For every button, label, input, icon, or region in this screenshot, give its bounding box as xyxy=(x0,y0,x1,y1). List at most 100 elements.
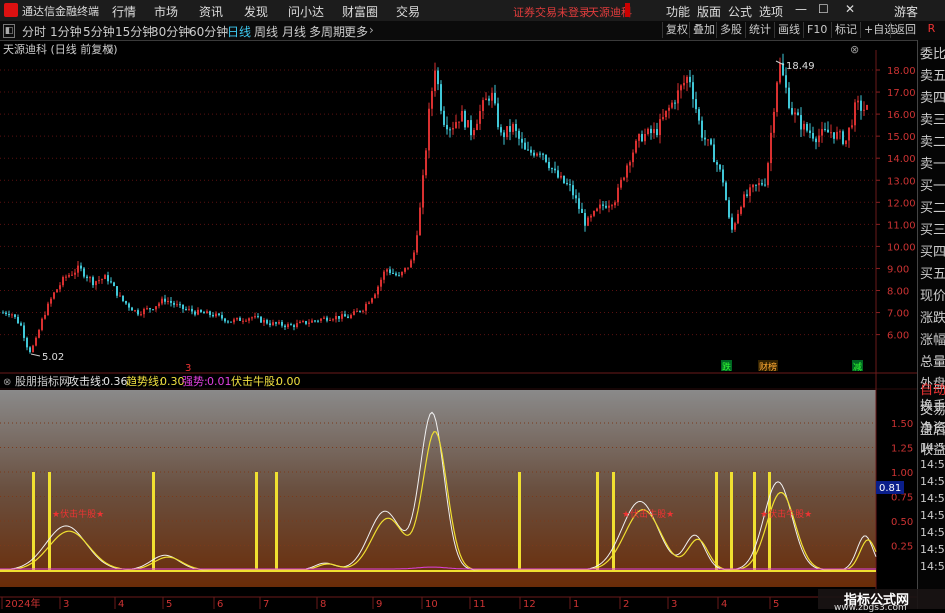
tab-15min[interactable]: 15分钟 xyxy=(115,23,154,40)
menu-news[interactable]: 资讯 xyxy=(199,3,223,20)
candle-body xyxy=(650,128,652,134)
menu-formula[interactable]: 公式 xyxy=(728,3,752,20)
menu-layout[interactable]: 版面 xyxy=(697,3,721,20)
marker-jian[interactable]: 减 xyxy=(853,361,862,373)
settings-icon[interactable]: ⊗ xyxy=(105,43,114,56)
tab-daily[interactable]: 日线 xyxy=(227,23,251,40)
candle-body xyxy=(365,303,367,311)
candle-body xyxy=(737,213,739,224)
candle-body xyxy=(512,124,514,132)
candle-body xyxy=(557,170,559,178)
tab-more[interactable]: 更多 xyxy=(344,23,368,40)
tab-weekly[interactable]: 周线 xyxy=(254,23,278,40)
marker-die[interactable]: 跌 xyxy=(722,362,731,373)
tab-1min[interactable]: 1分钟 xyxy=(50,23,82,40)
btn-adjust[interactable]: 复权 xyxy=(662,22,691,38)
candle-body xyxy=(860,100,862,111)
candle-body xyxy=(491,92,493,101)
candle-body xyxy=(95,281,97,286)
sidebar-time: 14:56 xyxy=(920,492,945,505)
menu-quotes[interactable]: 行情 xyxy=(112,3,136,20)
candle-body xyxy=(671,102,673,108)
date-tick-label: 6 xyxy=(217,599,223,609)
tab-multi-period[interactable]: 多周期 xyxy=(309,23,345,40)
menu-trade[interactable]: 交易 xyxy=(396,3,420,20)
menu-options[interactable]: 选项 xyxy=(759,3,783,20)
ind-item-label-attack: 攻击线: xyxy=(68,374,105,388)
candle-body xyxy=(476,123,478,131)
minimize-icon[interactable]: — xyxy=(795,2,807,16)
btn-mark[interactable]: 标记 xyxy=(831,22,860,38)
marker-caibang[interactable]: 财榜 xyxy=(759,361,777,373)
candle-body xyxy=(500,127,502,133)
menu-function[interactable]: 功能 xyxy=(666,3,690,20)
candle-body xyxy=(440,84,442,111)
app-title: 通达信金融终端 xyxy=(22,5,99,18)
candle-body xyxy=(251,317,253,319)
menu-ask[interactable]: 问小达 xyxy=(288,3,324,20)
chart-area: 18.0017.0016.0015.0014.0013.0012.0011.00… xyxy=(0,42,917,609)
candle-body xyxy=(653,129,655,134)
candle-body xyxy=(449,129,451,131)
candle-body xyxy=(419,207,421,236)
candle-body xyxy=(158,303,160,307)
candle-body xyxy=(167,300,169,302)
candle-body xyxy=(686,76,688,83)
candle-body xyxy=(281,321,283,326)
candle-body xyxy=(80,265,82,269)
btn-back[interactable]: 返回 xyxy=(890,22,919,38)
menu-market[interactable]: 市场 xyxy=(154,3,178,20)
btn-draw[interactable]: 画线 xyxy=(774,22,803,38)
candle-body xyxy=(32,345,34,353)
sidebar-time: 交易 xyxy=(920,403,945,418)
candle-body xyxy=(710,139,712,145)
maximize-icon[interactable]: ☐ xyxy=(818,2,829,16)
tab-60min[interactable]: 60分钟 xyxy=(189,23,228,40)
btn-overlay[interactable]: 叠加 xyxy=(689,22,718,38)
candle-body xyxy=(284,325,286,328)
chevron-right-icon[interactable]: › xyxy=(369,23,374,37)
candle-body xyxy=(545,154,547,162)
menu-discover[interactable]: 发现 xyxy=(244,3,268,20)
tab-monthly[interactable]: 月线 xyxy=(282,23,306,40)
indicator-tick-label: 1.50 xyxy=(891,419,913,430)
candle-body xyxy=(785,75,787,88)
tab-fenshi[interactable]: 分时 xyxy=(22,23,46,40)
candle-body xyxy=(5,312,7,315)
btn-multi-stock[interactable]: 多股 xyxy=(716,22,745,38)
panel-toggle-icon[interactable]: ◧ xyxy=(3,24,15,38)
candle-body xyxy=(659,119,661,136)
candle-body xyxy=(317,320,319,322)
btn-f10[interactable]: F10 xyxy=(803,22,830,38)
indicator-name[interactable]: 股朋指标网 xyxy=(15,374,70,388)
marker-three[interactable]: 3 xyxy=(185,363,191,374)
candle-body xyxy=(773,111,775,133)
candle-body xyxy=(413,252,415,261)
signal-bar xyxy=(730,472,733,572)
candle-body xyxy=(830,132,832,134)
indicator-settings-icon[interactable]: ⊗ xyxy=(3,377,11,388)
signal-bar xyxy=(612,472,615,572)
candle-body xyxy=(767,163,769,186)
user-label[interactable]: 游客 xyxy=(894,3,918,20)
candle-body xyxy=(698,109,700,121)
auto-button[interactable]: 自动 xyxy=(920,380,945,402)
price-tick-label: 17.00 xyxy=(887,88,916,99)
candle-body xyxy=(65,276,67,278)
close-icon[interactable]: ✕ xyxy=(845,2,855,16)
sidebar-label: 买三 xyxy=(920,223,945,238)
chart-options-icon[interactable]: ⊗ xyxy=(850,43,859,56)
candle-body xyxy=(434,70,436,92)
candle-body xyxy=(131,307,133,311)
btn-stats[interactable]: 统计 xyxy=(745,22,774,38)
menu-wealth[interactable]: 财富圈 xyxy=(342,3,378,20)
candle-body xyxy=(791,108,793,115)
tab-5min[interactable]: 5分钟 xyxy=(83,23,115,40)
candle-body xyxy=(836,131,838,139)
candle-body xyxy=(239,317,241,321)
tab-30min[interactable]: 30分钟 xyxy=(151,23,190,40)
trade-login-notice[interactable]: 证券交易未登录 xyxy=(513,4,590,20)
candle-body xyxy=(734,223,736,230)
candle-body xyxy=(752,184,754,188)
candle-body xyxy=(215,313,217,317)
